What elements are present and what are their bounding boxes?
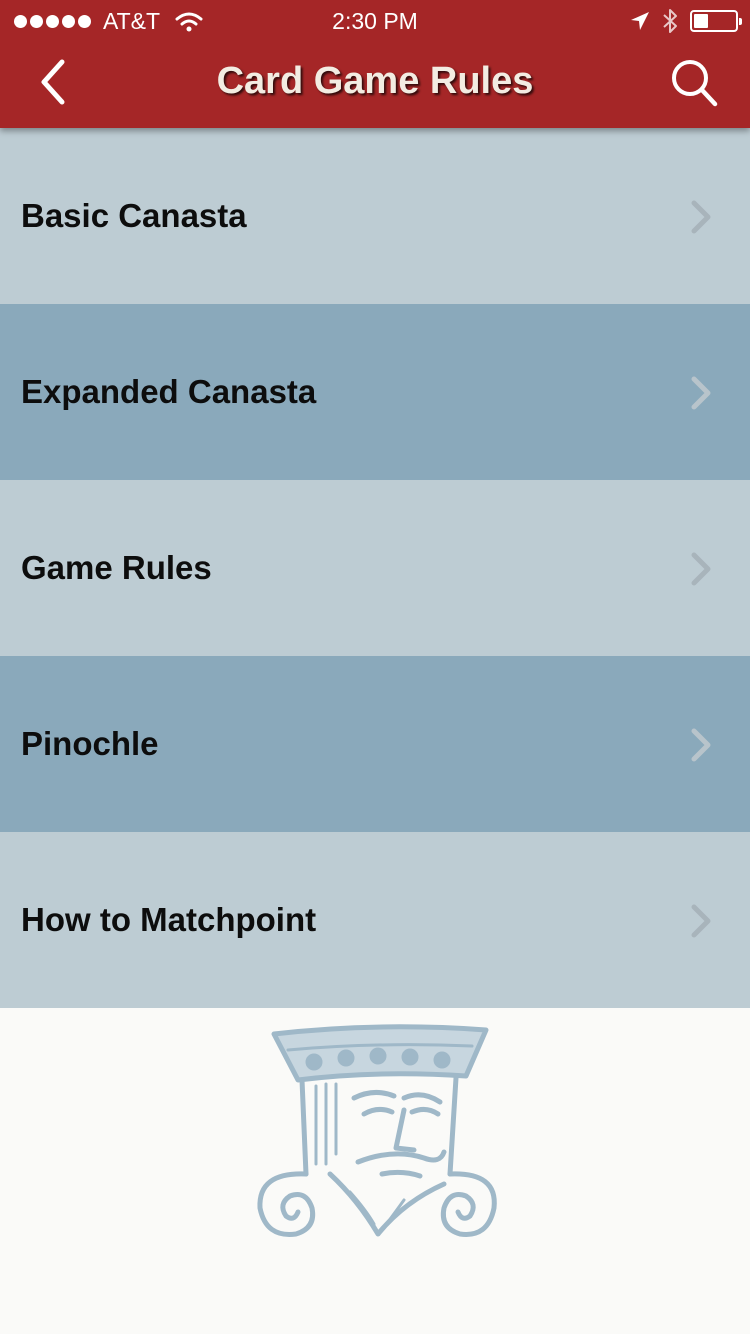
list-item-label: Basic Canasta — [21, 197, 247, 234]
rules-list: Basic Canasta Expanded Canasta Game Rule… — [0, 128, 750, 1008]
list-item-label: Pinochle — [21, 725, 159, 762]
status-bar: AT&T 2:30 PM — [0, 0, 750, 40]
page-title: Card Game Rules — [216, 60, 534, 102]
chevron-right-icon — [691, 552, 711, 586]
chevron-right-icon — [691, 904, 711, 938]
list-item-label: Game Rules — [21, 549, 212, 586]
nav-bar: Card Game Rules — [0, 40, 750, 128]
bluetooth-icon — [663, 9, 677, 33]
status-right — [630, 8, 742, 34]
list-item-game-rules[interactable]: Game Rules — [0, 480, 750, 656]
chevron-right-icon — [691, 376, 711, 410]
chevron-right-icon — [691, 200, 711, 234]
list-item-how-to-matchpoint[interactable]: How to Matchpoint — [0, 832, 750, 1008]
chevron-right-icon — [691, 728, 711, 762]
list-item-pinochle[interactable]: Pinochle — [0, 656, 750, 832]
list-item-basic-canasta[interactable]: Basic Canasta — [0, 128, 750, 304]
list-item-label: How to Matchpoint — [21, 901, 317, 938]
battery-level — [694, 14, 708, 28]
list-item-label: Expanded Canasta — [21, 373, 317, 410]
search-icon — [672, 60, 718, 107]
king-card-logo — [257, 1024, 497, 1237]
battery-icon — [690, 10, 742, 32]
app-header: AT&T 2:30 PM Card Game Rules — [0, 0, 750, 128]
location-arrow-icon — [631, 12, 649, 30]
list-item-expanded-canasta[interactable]: Expanded Canasta — [0, 304, 750, 480]
search-button[interactable] — [668, 54, 722, 112]
